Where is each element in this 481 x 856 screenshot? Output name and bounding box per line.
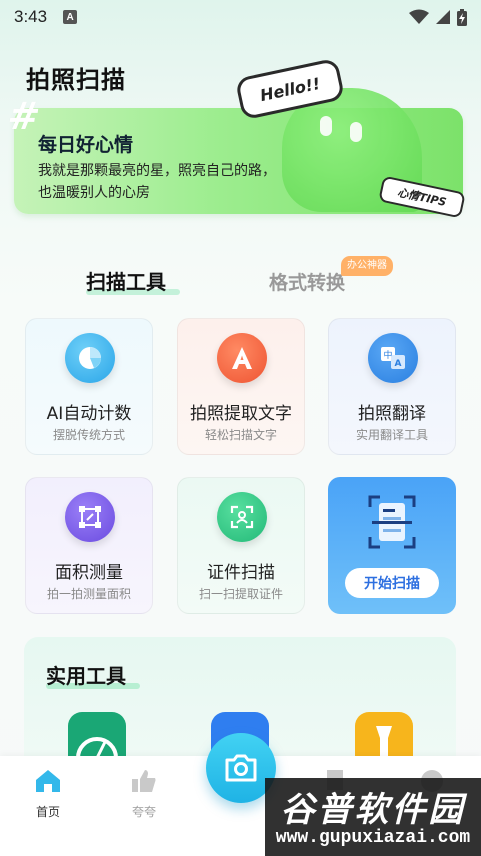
thumbs-up-icon	[132, 770, 156, 792]
banner-heading: 每日好心情	[38, 134, 134, 156]
mascot-eye	[350, 122, 362, 142]
tool-subtitle: 摆脱传统方式	[52, 428, 125, 442]
pie-chart-icon	[65, 333, 115, 383]
mascot-eye	[320, 116, 332, 136]
battery-icon	[457, 8, 467, 26]
tab-format-convert[interactable]: 格式转换	[269, 268, 345, 295]
tool-card-id-scan[interactable]: 证件扫描 扫一扫提取证件	[177, 477, 305, 614]
wifi-icon	[409, 9, 429, 24]
status-time: 3:43	[14, 7, 48, 26]
translate-icon: 中A	[368, 333, 418, 383]
tool-card-ai-count[interactable]: AI自动计数 摆脱传统方式	[25, 318, 153, 455]
watermark-url: www.gupuxiazai.com	[275, 828, 471, 848]
nav-label: 夸夸	[131, 805, 156, 819]
tool-subtitle: 扫一扫提取证件	[198, 587, 283, 601]
tool-title: 拍照提取文字	[190, 404, 292, 424]
flashlight-icon[interactable]	[355, 712, 413, 762]
document-scan-icon	[368, 495, 416, 549]
home-icon	[36, 770, 60, 792]
measure-icon	[65, 492, 115, 542]
notification-icon: A	[63, 10, 78, 24]
watermark: 谷普软件园 www.gupuxiazai.com	[265, 778, 481, 856]
speedometer-icon[interactable]	[68, 712, 126, 762]
tab-scan-tools[interactable]: 扫描工具	[86, 266, 166, 295]
svg-text:A: A	[395, 359, 402, 369]
signal-icon	[436, 10, 450, 24]
tool-subtitle: 实用翻译工具	[355, 428, 428, 442]
letter-a-icon	[217, 333, 267, 383]
tool-subtitle: 拍一拍测量面积	[46, 587, 131, 601]
tool-subtitle: 轻松扫描文字	[204, 428, 277, 442]
tool-card-text-extract[interactable]: 拍照提取文字 轻松扫描文字	[177, 318, 305, 455]
nav-praise[interactable]: 夸夸	[114, 768, 174, 820]
watermark-title: 谷普软件园	[280, 790, 466, 830]
banner-quote: 我就是那颗最亮的星，照亮自己的路，也温暖别人的心房	[38, 163, 276, 201]
status-indicators	[409, 8, 467, 26]
tool-title: 证件扫描	[207, 563, 275, 583]
page-title: 拍照扫描	[26, 66, 126, 94]
id-scan-icon	[217, 492, 267, 542]
nav-label: 首页	[35, 805, 60, 819]
status-bar: 3:43 A	[0, 0, 481, 34]
camera-icon	[225, 754, 257, 782]
tool-card-translate[interactable]: 中A 拍照翻译 实用翻译工具	[328, 318, 456, 455]
nav-home[interactable]: 首页	[18, 768, 78, 820]
tool-title: AI自动计数	[46, 404, 132, 424]
start-scan-card[interactable]: 开始扫描	[328, 477, 456, 614]
start-scan-button[interactable]: 开始扫描	[345, 568, 439, 598]
tool-card-area-measure[interactable]: 面积测量 拍一拍测量面积	[25, 477, 153, 614]
office-badge: 办公神器	[341, 256, 393, 276]
tool-title: 拍照翻译	[358, 404, 426, 424]
utility-tools-title: 实用工具	[46, 664, 126, 688]
tool-title: 面积测量	[55, 563, 123, 583]
